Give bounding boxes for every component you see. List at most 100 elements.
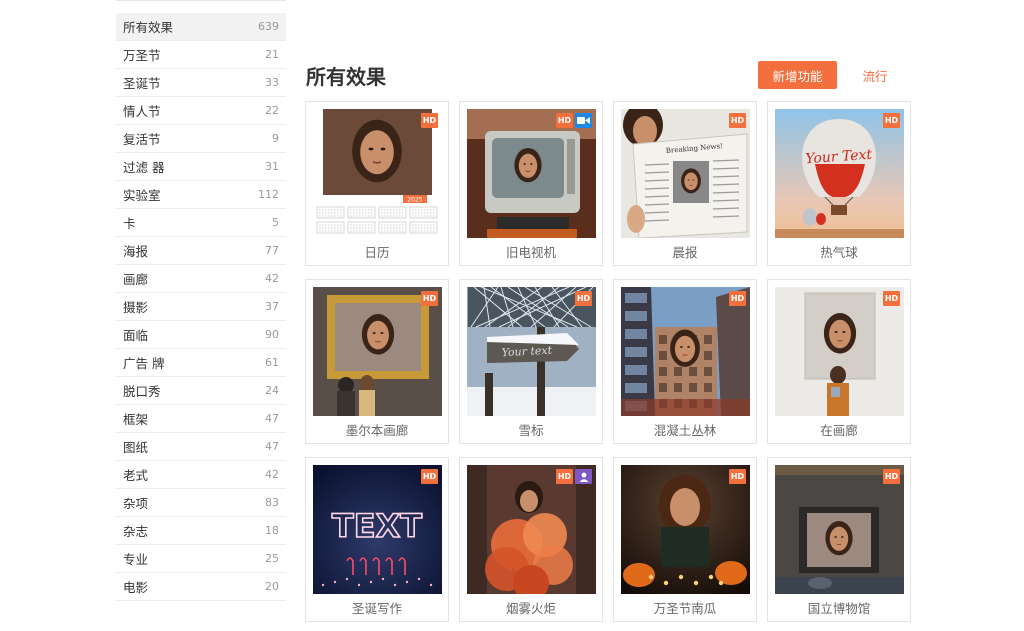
effect-label: 万圣节南瓜 (653, 601, 717, 616)
effect-label: 日历 (364, 245, 390, 260)
effect-thumbnail: HD (621, 287, 750, 416)
sidebar-item-count: 47 (265, 440, 279, 453)
effect-thumbnail: HD (467, 109, 596, 238)
sidebar-item-8[interactable]: 海报 77 (116, 237, 286, 265)
sidebar-item-4[interactable]: 复活节 9 (116, 125, 286, 153)
hd-badge: HD (556, 469, 573, 484)
sidebar-item-count: 83 (265, 496, 279, 509)
sidebar-item-label: 框架 (123, 412, 149, 427)
effect-thumbnail: Your text HD (467, 287, 596, 416)
hd-badge: HD (556, 113, 573, 128)
sidebar-item-count: 22 (265, 104, 279, 117)
new-features-button[interactable]: 新增功能 (758, 61, 837, 89)
sidebar-item-14[interactable]: 框架 47 (116, 405, 286, 433)
sidebar-item-label: 电影 (123, 580, 149, 595)
sidebar-item-count: 77 (265, 244, 279, 257)
page-title: 所有效果 (306, 65, 386, 89)
sidebar-item-15[interactable]: 图纸 47 (116, 433, 286, 461)
sidebar-item-13[interactable]: 脱口秀 24 (116, 377, 286, 405)
effect-card-3[interactable]: Your Text HD 热气球 (767, 101, 911, 266)
hd-badge: HD (729, 291, 746, 306)
sidebar-divider (116, 0, 286, 1)
effect-thumbnail: TEXT HD (313, 465, 442, 594)
hd-badge: HD (575, 291, 592, 306)
effect-card-5[interactable]: Your text HD 雪标 (459, 279, 603, 444)
sidebar-item-label: 摄影 (123, 300, 149, 315)
effect-card-7[interactable]: HD 在画廊 (767, 279, 911, 444)
effect-card-8[interactable]: TEXT HD 圣诞写作 (305, 457, 449, 622)
sidebar-item-5[interactable]: 过滤 器 31 (116, 153, 286, 181)
sidebar-item-11[interactable]: 面临 90 (116, 321, 286, 349)
sidebar-item-count: 24 (265, 384, 279, 397)
user-icon (575, 469, 592, 484)
sidebar-item-7[interactable]: 卡5 (116, 209, 286, 237)
sidebar-item-label: 画廊 (123, 272, 149, 287)
sidebar-item-label: 杂项 (123, 496, 149, 511)
calendar-year-text: 2025 (407, 197, 422, 204)
sidebar-item-17[interactable]: 杂项 83 (116, 489, 286, 517)
effect-label: 热气球 (820, 245, 858, 260)
sidebar-item-count: 33 (265, 76, 279, 89)
category-sidebar: 所有效果 639 万圣节 21 圣诞节 33 情人节 22 复活节 9 过滤 器 31 实验室 112 卡 5… (116, 0, 286, 601)
effect-label: 墨尔本画廊 (345, 423, 409, 438)
effect-card-6[interactable]: HD 混凝土丛林 (613, 279, 757, 444)
sidebar-item-18[interactable]: 杂志 18 (116, 517, 286, 545)
effect-label: 混凝土丛林 (653, 423, 717, 438)
popular-button[interactable]: 流行 (850, 61, 900, 89)
effect-label: 旧电视机 (505, 245, 556, 260)
sidebar-item-9[interactable]: 画廊 42 (116, 265, 286, 293)
effect-thumbnail: Your Text HD (775, 109, 904, 238)
sidebar-item-label: 专业 (123, 552, 149, 567)
hd-badge: HD (883, 291, 900, 306)
hd-badge: HD (421, 113, 438, 128)
sidebar-item-count: 90 (265, 328, 279, 341)
sidebar-item-label: 图纸 (123, 440, 149, 455)
effect-label: 圣诞写作 (351, 601, 402, 616)
effect-card-2[interactable]: Breaking News! HD 晨报 (613, 101, 757, 266)
sidebar-item-label: 圣诞节 (123, 76, 161, 91)
sidebar-item-label: 万圣节 (123, 48, 161, 63)
sidebar-item-count: 42 (265, 468, 279, 481)
sidebar-item-label: 卡 (123, 216, 136, 231)
sidebar-item-label: 所有效果 (123, 20, 174, 35)
effect-card-10[interactable]: HD 万圣节南瓜 (613, 457, 757, 622)
effect-card-9[interactable]: HD 烟雾火炬 (459, 457, 603, 622)
hd-badge: HD (421, 291, 438, 306)
effect-card-4[interactable]: HD 墨尔本画廊 (305, 279, 449, 444)
effect-label: 晨报 (672, 245, 698, 260)
effects-grid: 2025 HD 日历 HD 旧电视机 Breaking News! HD 晨报 … (305, 101, 911, 631)
sidebar-item-label: 情人节 (123, 104, 161, 119)
video-camera-icon (575, 113, 592, 128)
effect-label: 雪标 (518, 423, 544, 438)
sidebar-item-12[interactable]: 广告 牌 61 (116, 349, 286, 377)
sidebar-item-6[interactable]: 实验室 112 (116, 181, 286, 209)
hd-badge: HD (883, 113, 900, 128)
effect-label: 在画廊 (820, 423, 858, 438)
sidebar-item-0[interactable]: 所有效果 639 (116, 13, 286, 41)
effect-label: 烟雾火炬 (505, 601, 556, 616)
sidebar-item-3[interactable]: 情人节 22 (116, 97, 286, 125)
sidebar-item-label: 海报 (123, 244, 149, 259)
sidebar-item-label: 实验室 (123, 188, 161, 203)
sidebar-item-count: 9 (272, 132, 279, 145)
sidebar-item-count: 112 (258, 188, 279, 201)
effect-card-11[interactable]: HD 国立博物馆 (767, 457, 911, 622)
effect-card-0[interactable]: 2025 HD 日历 (305, 101, 449, 266)
sidebar-item-count: 61 (265, 356, 279, 369)
sidebar-item-label: 广告 牌 (123, 356, 165, 371)
sidebar-item-2[interactable]: 圣诞节 33 (116, 69, 286, 97)
sidebar-item-1[interactable]: 万圣节 21 (116, 41, 286, 69)
sidebar-item-10[interactable]: 摄影 37 (116, 293, 286, 321)
sidebar-item-label: 老式 (123, 468, 149, 483)
sidebar-item-count: 47 (265, 412, 279, 425)
effect-card-1[interactable]: HD 旧电视机 (459, 101, 603, 266)
sidebar-item-count: 20 (265, 580, 279, 593)
sidebar-item-16[interactable]: 老式 42 (116, 461, 286, 489)
effect-thumbnail: 2025 HD (313, 109, 442, 238)
category-list: 所有效果 639 万圣节 21 圣诞节 33 情人节 22 复活节 9 过滤 器 31 实验室 112 卡 5… (116, 13, 286, 601)
sidebar-item-label: 复活节 (123, 132, 161, 147)
sidebar-item-20[interactable]: 电影 20 (116, 573, 286, 601)
sidebar-item-19[interactable]: 专业 25 (116, 545, 286, 573)
sidebar-item-count: 5 (272, 216, 279, 229)
sidebar-item-count: 31 (265, 160, 279, 173)
